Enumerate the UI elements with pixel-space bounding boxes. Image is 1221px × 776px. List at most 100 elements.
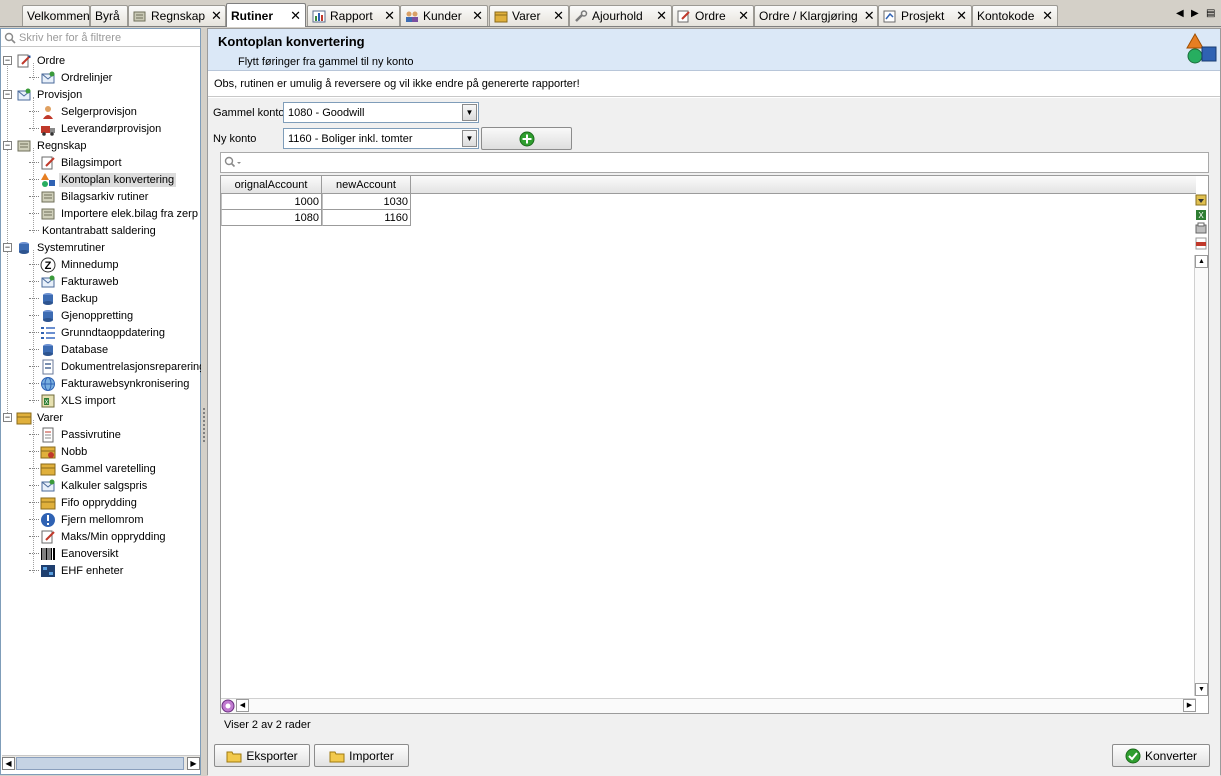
tab-prosjekt[interactable]: Prosjekt ✕ bbox=[878, 5, 972, 26]
tree-item-fakturaweb[interactable]: Fakturaweb bbox=[1, 273, 200, 290]
tree-item-kontoplan-konvertering[interactable]: Kontoplan konvertering bbox=[1, 171, 200, 188]
tree-item-kalkuler-salgspris[interactable]: Kalkuler salgspris bbox=[1, 477, 200, 494]
tab-velkommen[interactable]: Velkommen bbox=[22, 5, 90, 26]
tab-scroll-right-icon[interactable]: ▶ bbox=[1191, 8, 1199, 19]
chevron-down-icon[interactable]: ▼ bbox=[462, 104, 477, 121]
tree-item-minnedump[interactable]: Z Minnedump bbox=[1, 256, 200, 273]
tree-item-passivrutine[interactable]: Passivrutine bbox=[1, 426, 200, 443]
tree-item-fjern-mellomrom[interactable]: Fjern mellomrom bbox=[1, 511, 200, 528]
column-header-newaccount[interactable]: newAccount bbox=[322, 176, 411, 194]
tree-item-grunndtaoppdatering[interactable]: Grunndtaoppdatering bbox=[1, 324, 200, 341]
grid-horizontal-scrollbar[interactable]: ◀ ▶ bbox=[221, 698, 1196, 713]
close-icon[interactable]: ✕ bbox=[738, 8, 749, 24]
tree-group-regnskap[interactable]: − Regnskap bbox=[1, 137, 200, 154]
tab-regnskap[interactable]: Regnskap ✕ bbox=[128, 5, 226, 26]
grid-options-icon[interactable] bbox=[221, 699, 235, 713]
tree-item-gammel-varetelling[interactable]: Gammel varetelling bbox=[1, 460, 200, 477]
grid-vertical-scrollbar[interactable]: ▲ ▼ bbox=[1194, 255, 1208, 696]
collapse-icon[interactable]: − bbox=[3, 243, 12, 252]
box-icon bbox=[40, 446, 56, 458]
close-icon[interactable]: ✕ bbox=[553, 8, 564, 24]
tree-item-label: Eanoversikt bbox=[61, 547, 119, 560]
excel-icon[interactable]: X bbox=[1196, 210, 1206, 220]
new-account-select[interactable]: 1160 - Boliger inkl. tomter ▼ bbox=[283, 128, 479, 149]
tree-group-varer[interactable]: − Varer bbox=[1, 409, 200, 426]
tree-item-ordrelinjer[interactable]: Ordrelinjer bbox=[1, 69, 200, 86]
close-icon[interactable]: ✕ bbox=[384, 8, 395, 24]
chevron-down-icon[interactable]: ▼ bbox=[462, 130, 477, 147]
close-icon[interactable]: ✕ bbox=[211, 8, 222, 24]
close-icon[interactable]: ✕ bbox=[290, 8, 301, 24]
table-row[interactable]: 1000 1030 bbox=[221, 194, 411, 210]
tab-list-menu-icon[interactable]: ▤ bbox=[1206, 8, 1215, 19]
tab-ordre-klargjoring[interactable]: Ordre / Klargjøring ✕ bbox=[754, 5, 878, 26]
tree-item-fifo-opprydding[interactable]: Fifo opprydding bbox=[1, 494, 200, 511]
close-icon[interactable]: ✕ bbox=[656, 8, 667, 24]
pdf-icon[interactable] bbox=[1195, 237, 1207, 250]
tab-varer[interactable]: Varer ✕ bbox=[489, 5, 569, 26]
scroll-down-icon[interactable]: ▼ bbox=[1195, 683, 1208, 696]
tree-item-bilagsarkiv-rutiner[interactable]: Bilagsarkiv rutiner bbox=[1, 188, 200, 205]
scroll-left-icon[interactable]: ◀ bbox=[2, 757, 15, 770]
collapse-icon[interactable]: − bbox=[3, 141, 12, 150]
old-account-select[interactable]: 1080 - Goodwill ▼ bbox=[283, 102, 479, 123]
tree-item-xls-import[interactable]: X XLS import bbox=[1, 392, 200, 409]
tree-item-kontantrabatt-saldering[interactable]: Kontantrabatt saldering bbox=[1, 222, 200, 239]
tab-rapport[interactable]: Rapport ✕ bbox=[307, 5, 400, 26]
tree-item-ehf-enheter[interactable]: EHF enheter bbox=[1, 562, 200, 579]
tree-group-systemrutiner[interactable]: − Systemrutiner bbox=[1, 239, 200, 256]
tree-item-leverandorprovisjon[interactable]: Leverandørprovisjon bbox=[1, 120, 200, 137]
close-icon[interactable]: ✕ bbox=[864, 8, 875, 24]
scroll-up-icon[interactable]: ▲ bbox=[1195, 255, 1208, 268]
tree-filter-input[interactable]: Skriv her for å filtrere bbox=[1, 29, 200, 47]
column-header-orignalaccount[interactable]: orignalAccount bbox=[221, 176, 322, 194]
export-button[interactable]: Eksporter bbox=[214, 744, 310, 767]
grid-search-input[interactable] bbox=[220, 152, 1209, 173]
table-row[interactable]: 1080 1160 bbox=[221, 210, 411, 226]
add-mapping-button[interactable] bbox=[481, 127, 572, 150]
tree-item-backup[interactable]: Backup bbox=[1, 290, 200, 307]
scroll-left-icon[interactable]: ◀ bbox=[236, 699, 249, 712]
tree-item-bilagsimport[interactable]: Bilagsimport bbox=[1, 154, 200, 171]
close-icon[interactable]: ✕ bbox=[1042, 8, 1053, 24]
tab-ajourhold[interactable]: Ajourhold ✕ bbox=[569, 5, 672, 26]
tree-item-dokumentrelasjonsreparering[interactable]: Dokumentrelasjonsreparering bbox=[1, 358, 205, 375]
cell-newaccount[interactable]: 1030 bbox=[322, 194, 411, 210]
tree-group-ordre[interactable]: − Ordre bbox=[1, 52, 200, 69]
filter-icon[interactable] bbox=[1195, 194, 1207, 206]
tree-item-eanoversikt[interactable]: Eanoversikt bbox=[1, 545, 200, 562]
tab-ordre[interactable]: Ordre ✕ bbox=[672, 5, 754, 26]
collapse-icon[interactable]: − bbox=[3, 413, 12, 422]
tab-rutiner[interactable]: Rutiner ✕ bbox=[226, 3, 306, 27]
tree-horizontal-scrollbar[interactable]: ◀ ▶ bbox=[2, 755, 200, 770]
box-icon bbox=[494, 11, 508, 22]
cell-orignalaccount[interactable]: 1080 bbox=[221, 210, 322, 226]
tab-kontokode[interactable]: Kontokode ✕ bbox=[972, 5, 1058, 26]
scroll-right-icon[interactable]: ▶ bbox=[1183, 699, 1196, 712]
collapse-icon[interactable]: − bbox=[3, 56, 12, 65]
scrollbar-thumb[interactable] bbox=[16, 757, 184, 770]
cell-newaccount[interactable]: 1160 bbox=[322, 210, 411, 226]
convert-button[interactable]: Konverter bbox=[1112, 744, 1210, 767]
print-icon[interactable] bbox=[1195, 222, 1207, 234]
collapse-icon[interactable]: − bbox=[3, 90, 12, 99]
close-icon[interactable]: ✕ bbox=[472, 8, 483, 24]
tree-item-gjenoppretting[interactable]: Gjenoppretting bbox=[1, 307, 200, 324]
tree-item-selgerprovisjon[interactable]: Selgerprovisjon bbox=[1, 103, 200, 120]
import-button[interactable]: Importer bbox=[314, 744, 409, 767]
splitter-grip[interactable] bbox=[203, 408, 205, 442]
account-mapping-grid: orignalAccount newAccount 1000 1030 1080… bbox=[220, 175, 1209, 714]
tree-item-database[interactable]: Database bbox=[1, 341, 200, 358]
tree-group-provisjon[interactable]: − Provisjon bbox=[1, 86, 200, 103]
tree-item-nobb[interactable]: Nobb bbox=[1, 443, 200, 460]
tree-item-maks-min-opprydding[interactable]: Maks/Min opprydding bbox=[1, 528, 200, 545]
ledger-icon bbox=[17, 140, 31, 151]
tab-scroll-left-icon[interactable]: ◀ bbox=[1176, 8, 1184, 19]
tree-item-importere-elek-bilag[interactable]: Importere elek.bilag fra zerp bbox=[1, 205, 200, 222]
tab-kunder[interactable]: Kunder ✕ bbox=[400, 5, 488, 26]
cell-orignalaccount[interactable]: 1000 bbox=[221, 194, 322, 210]
scroll-right-icon[interactable]: ▶ bbox=[187, 757, 200, 770]
tab-byra[interactable]: Byrå bbox=[90, 5, 128, 26]
close-icon[interactable]: ✕ bbox=[956, 8, 967, 24]
tree-item-fakturawebsynkronisering[interactable]: Fakturawebsynkronisering bbox=[1, 375, 200, 392]
